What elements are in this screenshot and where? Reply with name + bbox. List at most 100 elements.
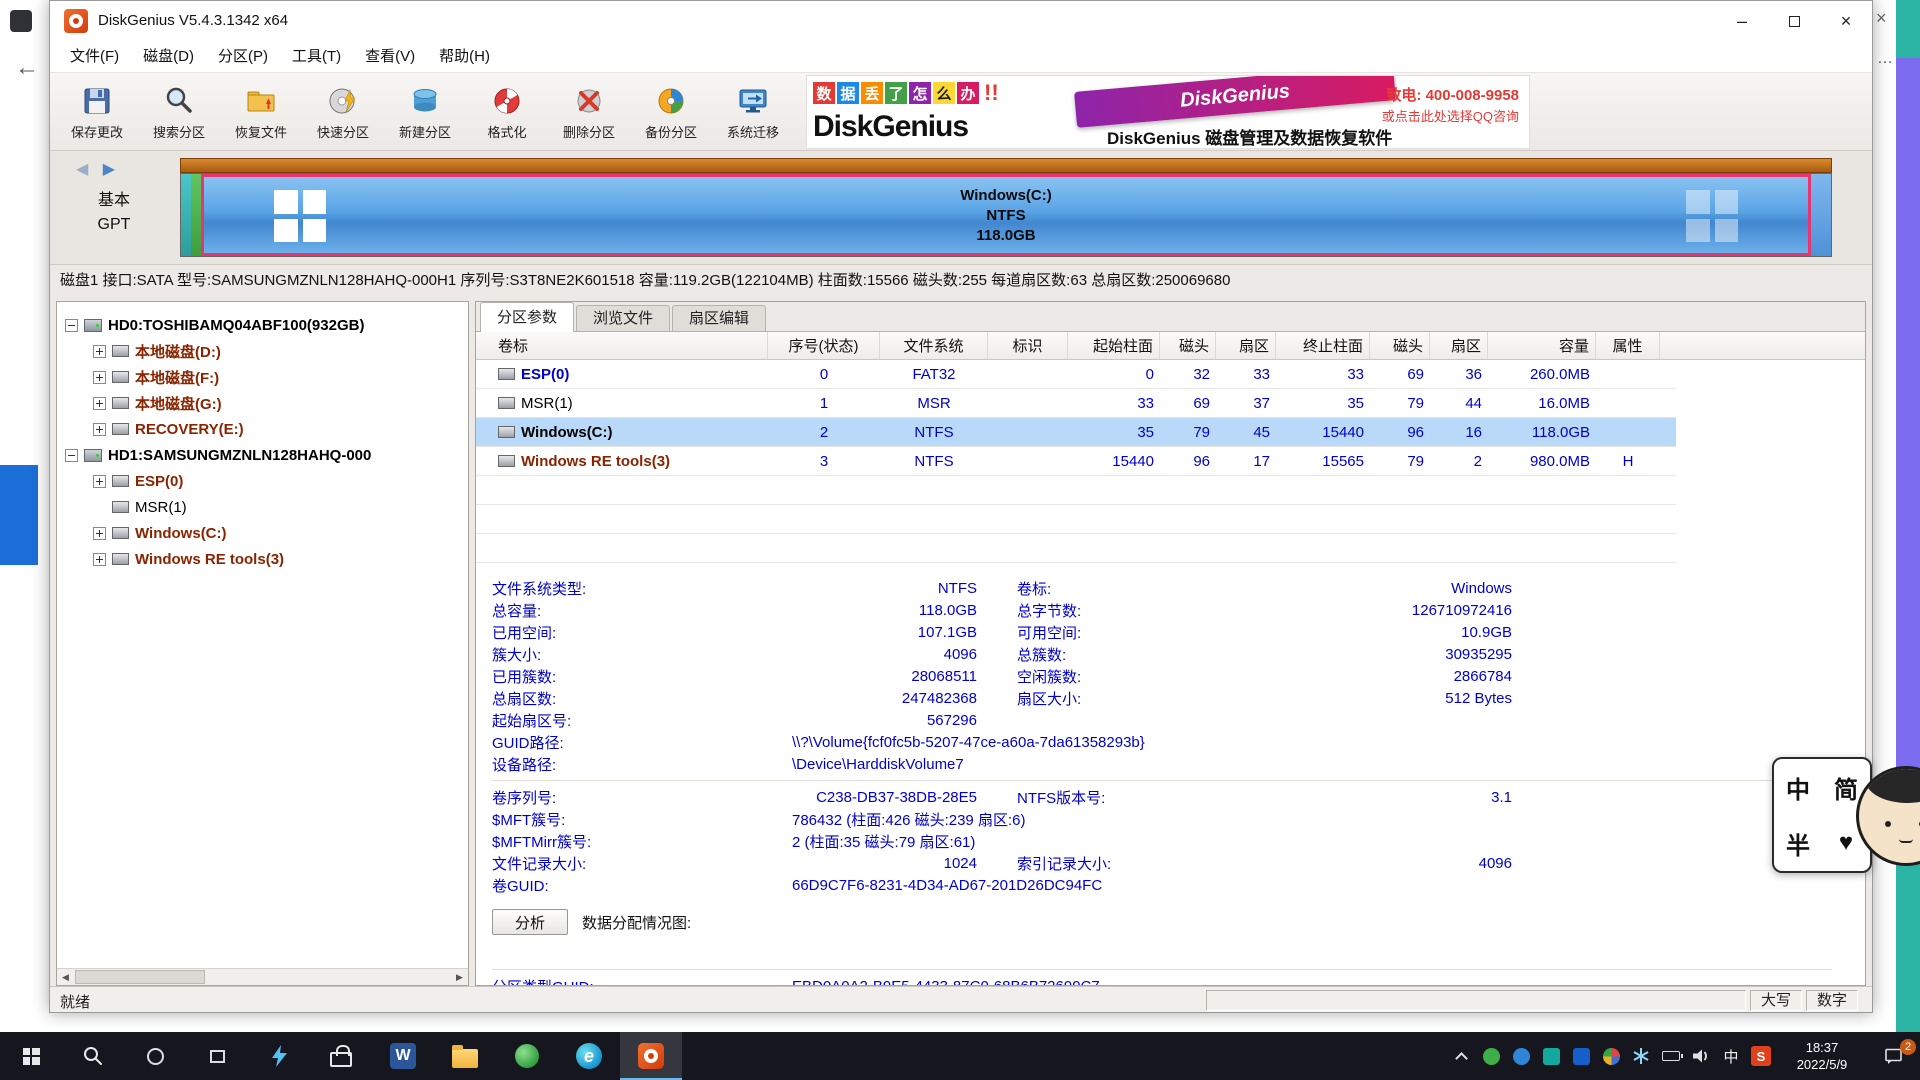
table-row-msr[interactable]: MSR(1) 1 MSR 33 69 37 35 79 44 16.0MB (476, 389, 1676, 418)
scrollbar-thumb[interactable] (75, 970, 205, 984)
save-changes-button[interactable]: 保存更改 (56, 75, 138, 149)
tree-item-esp[interactable]: ESP(0) (57, 468, 468, 494)
taskbar-app-spark[interactable] (248, 1032, 310, 1080)
scroll-right-arrow[interactable] (451, 969, 468, 985)
taskbar-search-button[interactable] (62, 1032, 124, 1080)
menu-disk[interactable]: 磁盘(D) (131, 41, 206, 73)
taskbar-app-diskgenius[interactable] (620, 1032, 682, 1080)
tray-icon-teal[interactable] (1536, 1032, 1566, 1080)
ad-qq-link[interactable]: 或点击此处选择QQ咨询 (1382, 106, 1519, 125)
hidden-icons-chevron[interactable] (1446, 1032, 1476, 1080)
tray-icon-qq[interactable] (1566, 1032, 1596, 1080)
partition-block-esp[interactable] (181, 174, 191, 256)
partition-block-msr[interactable] (191, 174, 201, 256)
taskbar-app-edge[interactable]: e (558, 1032, 620, 1080)
horizontal-scrollbar[interactable] (57, 968, 468, 985)
tree-item-windows-c[interactable]: Windows(C:) (57, 520, 468, 546)
background-more-icon[interactable]: … (1877, 50, 1894, 68)
menu-file[interactable]: 文件(F) (58, 41, 131, 73)
ime-language-indicator[interactable]: 中 (1716, 1032, 1746, 1080)
windows-logo-icon (1686, 190, 1738, 242)
window-title: DiskGenius V5.4.3.1342 x64 (98, 12, 288, 29)
close-button[interactable]: × (1820, 1, 1872, 41)
tree-item-local-g[interactable]: 本地磁盘(G:) (57, 390, 468, 416)
tree-item-windows-re[interactable]: Windows RE tools(3) (57, 546, 468, 572)
ime-simplified-toggle[interactable]: 简 (1834, 770, 1858, 805)
expand-icon[interactable] (93, 527, 106, 540)
background-blue-panel (0, 465, 38, 565)
delete-partition-button[interactable]: 删除分区 (548, 75, 630, 149)
taskbar-app-explorer[interactable] (434, 1032, 496, 1080)
scroll-left-arrow[interactable] (57, 969, 74, 985)
battery-icon[interactable] (1656, 1032, 1686, 1080)
save-icon (80, 84, 114, 118)
expand-icon[interactable] (93, 345, 106, 358)
expand-icon[interactable] (93, 423, 106, 436)
partition-block-re-tools[interactable] (1811, 174, 1831, 256)
task-view-button[interactable] (186, 1032, 248, 1080)
tab-sector-editor[interactable]: 扇区编辑 (672, 305, 766, 331)
tree-item-recovery-e[interactable]: RECOVERY(E:) (57, 416, 468, 442)
menu-partition[interactable]: 分区(P) (206, 41, 280, 73)
prev-disk-arrow[interactable]: ◀ (76, 161, 88, 178)
expand-icon[interactable] (93, 475, 106, 488)
cortana-button[interactable] (124, 1032, 186, 1080)
ime-halfwidth-toggle[interactable]: 半 (1786, 826, 1810, 861)
disk-span-strip[interactable] (180, 158, 1832, 173)
tree-item-hd0[interactable]: HD0:TOSHIBAMQ04ABF100(932GB) (57, 312, 468, 338)
desktop: ← × … DiskGenius V5.4.3.1342 x64 – × 文件(… (0, 0, 1920, 1080)
tray-icon-green[interactable] (1476, 1032, 1506, 1080)
action-center-button[interactable]: 2 (1868, 1032, 1920, 1080)
disk-bar: Windows(C:) NTFS 118.0GB (180, 158, 1832, 257)
tree-item-msr[interactable]: MSR(1) (57, 494, 468, 520)
tray-icon-pinwheel[interactable] (1596, 1032, 1626, 1080)
expand-icon[interactable] (93, 553, 106, 566)
expand-icon[interactable] (93, 397, 106, 410)
new-partition-button[interactable]: 新建分区 (384, 75, 466, 149)
ime-lang-toggle[interactable]: 中 (1786, 770, 1810, 805)
caps-lock-indicator: 大写 (1750, 990, 1802, 1011)
tab-browse-files[interactable]: 浏览文件 (576, 305, 670, 331)
menu-help[interactable]: 帮助(H) (427, 41, 502, 73)
system-migration-button[interactable]: 系统迁移 (712, 75, 794, 149)
quick-partition-button[interactable]: 快速分区 (302, 75, 384, 149)
ime-heart-icon[interactable]: ♥ (1839, 829, 1853, 857)
title-bar[interactable]: DiskGenius V5.4.3.1342 x64 – × (50, 1, 1872, 41)
analyze-button[interactable]: 分析 (492, 909, 568, 935)
table-row-windows-re[interactable]: Windows RE tools(3) 3 NTFS 15440 96 17 1… (476, 447, 1676, 476)
background-close-icon[interactable]: × (1876, 8, 1887, 29)
sogou-tray-icon[interactable]: S (1746, 1032, 1776, 1080)
menu-view[interactable]: 查看(V) (353, 41, 427, 73)
format-button[interactable]: 格式化 (466, 75, 548, 149)
ad-tagline: DiskGenius 磁盘管理及数据恢复软件 (1107, 124, 1392, 149)
maximize-button[interactable] (1768, 1, 1820, 41)
collapse-icon[interactable] (65, 449, 78, 462)
tray-icon-blue[interactable] (1506, 1032, 1536, 1080)
volume-icon[interactable] (1686, 1032, 1716, 1080)
tree-item-hd1[interactable]: HD1:SAMSUNGMZNLN128HAHQ-000 (57, 442, 468, 468)
collapse-icon[interactable] (65, 319, 78, 332)
taskbar-clock[interactable]: 18:37 2022/5/9 (1776, 1039, 1868, 1073)
table-row-esp[interactable]: ESP(0) 0 FAT32 0 32 33 33 69 36 260.0MB (476, 360, 1676, 389)
recover-files-button[interactable]: 恢复文件 (220, 75, 302, 149)
minimize-button[interactable]: – (1716, 1, 1768, 41)
ad-banner[interactable]: 数 据 丢 了 怎 么 办 !! DiskGenius DiskGenius D… (806, 75, 1530, 149)
tree-item-local-d[interactable]: 本地磁盘(D:) (57, 338, 468, 364)
partition-block-windows-c[interactable]: Windows(C:) NTFS 118.0GB (201, 174, 1811, 256)
tray-icon-snowflake[interactable] (1626, 1032, 1656, 1080)
taskbar-app-browser-green[interactable] (496, 1032, 558, 1080)
tab-partition-params[interactable]: 分区参数 (480, 302, 574, 332)
start-button[interactable] (0, 1032, 62, 1080)
next-disk-arrow[interactable]: ▶ (103, 161, 115, 178)
table-row-windows-c-selected[interactable]: Windows(C:) 2 NTFS 35 79 45 15440 96 16 … (476, 418, 1676, 447)
back-arrow-icon[interactable]: ← (15, 54, 39, 82)
menu-tools[interactable]: 工具(T) (280, 41, 353, 73)
taskbar-app-store[interactable] (310, 1032, 372, 1080)
maximize-icon (1789, 16, 1800, 27)
tree-item-local-f[interactable]: 本地磁盘(F:) (57, 364, 468, 390)
expand-icon[interactable] (93, 371, 106, 384)
taskbar-app-word[interactable]: W (372, 1032, 434, 1080)
search-partition-button[interactable]: 搜索分区 (138, 75, 220, 149)
ad-headline: 数 据 丢 了 怎 么 办 !! (813, 80, 999, 106)
backup-partition-button[interactable]: 备份分区 (630, 75, 712, 149)
